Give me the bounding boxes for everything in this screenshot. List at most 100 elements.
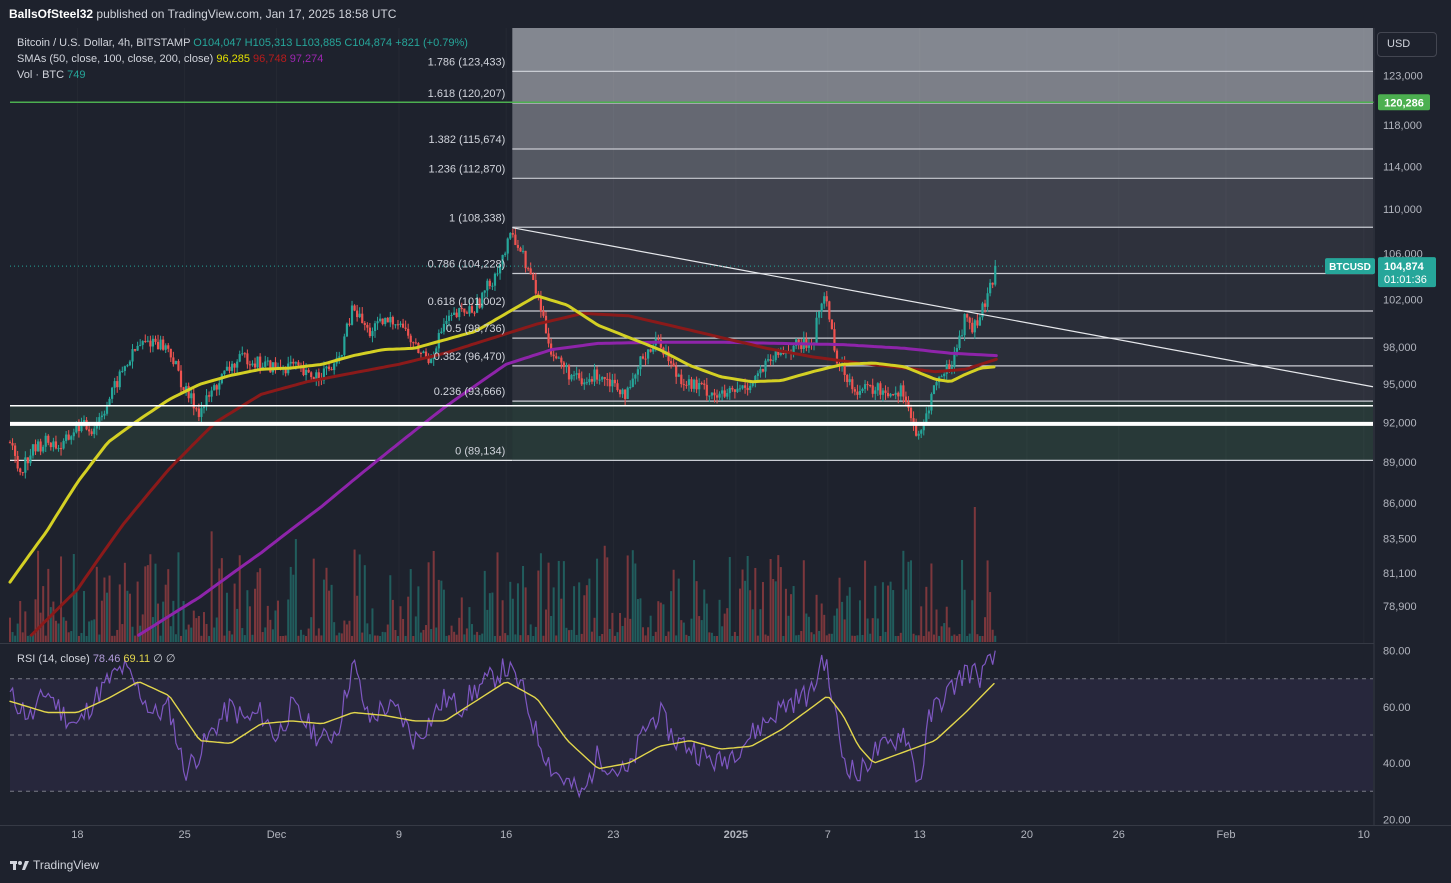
candle-body [567, 365, 571, 380]
candle-body [971, 322, 974, 333]
volume-bar [476, 631, 479, 642]
candle-body [450, 314, 453, 316]
candle-body [251, 363, 254, 366]
volume-bar [98, 634, 101, 642]
volume-bar [843, 619, 846, 642]
volume-bar [488, 593, 491, 642]
candle-body [31, 444, 35, 456]
sma-legend-row[interactable]: SMAs (50, close, 100, close, 200, close)… [17, 51, 468, 67]
volume-value: 749 [67, 69, 86, 81]
rsi-legend[interactable]: RSI (14, close) 78.46 69.11 ∅ ∅ [17, 651, 175, 667]
candle-body [172, 357, 175, 365]
volume-bar [938, 635, 941, 642]
candle-body [547, 333, 550, 344]
footer-brand[interactable]: TradingView [10, 855, 99, 875]
candle[interactable] [343, 333, 346, 357]
candle-body [874, 390, 877, 394]
candle-body [376, 321, 379, 324]
candle[interactable] [828, 300, 831, 323]
candle[interactable] [118, 369, 121, 390]
candle[interactable] [177, 359, 180, 372]
rsi-empty-1: ∅ [153, 653, 163, 665]
volume-bar [302, 634, 305, 642]
volume-bar [310, 617, 313, 642]
volume-bar [810, 632, 813, 642]
candle-body [218, 383, 221, 390]
candle-body [447, 315, 451, 321]
volume-bar [672, 569, 675, 642]
volume-bar [948, 627, 951, 642]
candle-body [534, 279, 537, 294]
candle-body [945, 364, 948, 374]
candle-body [14, 445, 17, 456]
volume-bar [593, 617, 596, 642]
candle-body [412, 342, 415, 344]
candle-body [356, 310, 359, 318]
publish-info: published on TradingView.com, Jan 17, 20… [96, 7, 397, 21]
currency-button[interactable]: USD [1377, 32, 1437, 57]
candle-body [989, 282, 992, 294]
volume-bar [297, 635, 300, 642]
candle[interactable] [626, 386, 629, 400]
candle[interactable] [174, 360, 178, 365]
candle-body [136, 345, 139, 351]
volume-bar [955, 635, 958, 642]
volume-bar [294, 539, 297, 642]
volume-bar [417, 586, 420, 642]
volume-bar [897, 635, 900, 642]
volume-bar [54, 620, 57, 642]
candle-body [345, 323, 349, 337]
candle-body [636, 369, 639, 375]
candle-body [126, 365, 129, 367]
volume-bar [907, 561, 910, 642]
candle-body [764, 360, 767, 372]
volume-bar [932, 634, 935, 642]
volume-bar [19, 601, 22, 642]
volume-bar [682, 622, 685, 642]
volume-bar [174, 634, 177, 642]
candle-body [90, 431, 93, 435]
candle-body [116, 381, 119, 388]
candle[interactable] [182, 386, 185, 391]
chart-canvas[interactable]: 0 (89,134) 0.236 (93,666) 0.382 (96,470) 0.… [0, 28, 1451, 853]
volume-bar [567, 630, 570, 642]
fib-label: 0.786 (104,228) [428, 258, 506, 270]
candle-body [141, 341, 144, 345]
volume-bar [215, 617, 218, 642]
volume-bar [21, 632, 24, 642]
author-name[interactable]: BallsOfSteel32 [9, 7, 93, 21]
symbol-legend-row[interactable]: Bitcoin / U.S. Dollar, 4h, BITSTAMP O104… [17, 35, 468, 51]
candle[interactable] [830, 319, 833, 330]
volume-bar [815, 594, 818, 642]
candle[interactable] [932, 384, 936, 395]
volume-bar [42, 586, 45, 642]
volume-bar [807, 616, 810, 642]
volume-bar [772, 578, 775, 642]
volume-bar [435, 627, 438, 642]
volume-bar [583, 595, 586, 642]
candle-body [940, 376, 943, 378]
candle[interactable] [345, 322, 349, 338]
volume-legend-row[interactable]: Vol · BTC 749 [17, 67, 468, 83]
candle-body [253, 363, 257, 368]
candle[interactable] [269, 359, 272, 373]
fib-label: 1.382 (115,674) [428, 134, 505, 146]
volume-bar [373, 635, 376, 642]
close-value: C104,874 [344, 37, 393, 49]
volume-bar [57, 623, 60, 642]
volume-bar [828, 633, 831, 642]
candle-body [626, 387, 629, 399]
volume-bar [537, 570, 540, 642]
volume-bar [976, 634, 979, 642]
candle-body [315, 372, 318, 380]
candle-body [361, 313, 364, 324]
candle-body [927, 410, 930, 414]
candle-body [401, 323, 405, 328]
volume-bar [450, 625, 453, 642]
volume-bar [973, 506, 976, 642]
candle-body [57, 448, 60, 450]
fib-zone [512, 148, 1373, 179]
candle-body [915, 424, 918, 436]
candle[interactable] [835, 348, 839, 366]
volume-bar [442, 589, 445, 642]
